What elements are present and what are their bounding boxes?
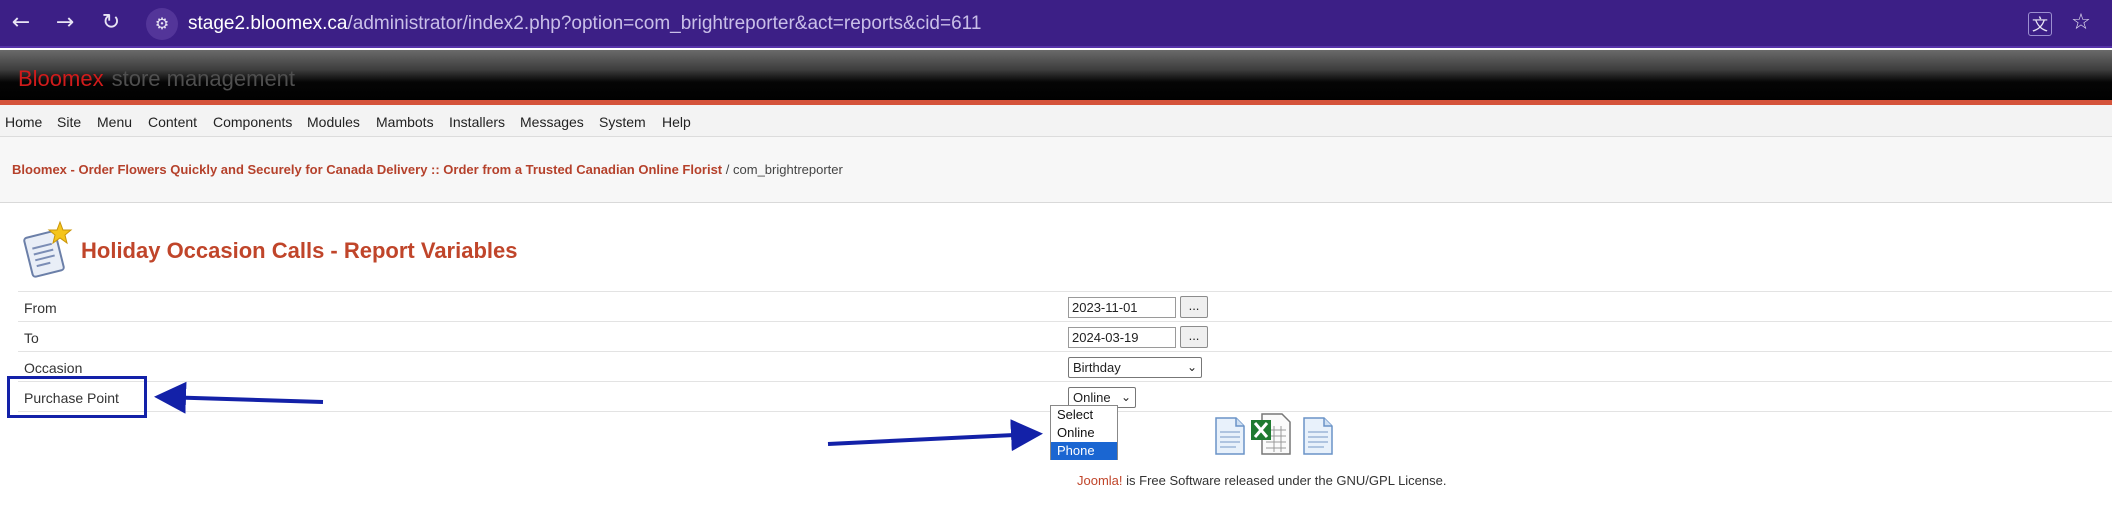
purchase-point-dropdown-list: Select Online Phone <box>1050 405 1118 460</box>
forward-arrow-icon[interactable]: → <box>52 10 78 36</box>
menu-item-site[interactable]: Site <box>57 114 81 130</box>
menu-item-home[interactable]: Home <box>5 114 42 130</box>
admin-menubar: Home Site Menu Content Components Module… <box>0 105 2112 137</box>
breadcrumb-separator: / <box>725 162 730 177</box>
admin-header: Bloomex store management <box>0 50 2112 102</box>
occasion-select[interactable]: Birthday ⌄ <box>1068 357 1202 378</box>
menu-item-mambots[interactable]: Mambots <box>376 114 434 130</box>
breadcrumb-current: com_brightreporter <box>733 162 843 177</box>
dropdown-option-phone[interactable]: Phone <box>1051 442 1117 460</box>
to-date-picker-button[interactable]: ... <box>1180 326 1208 348</box>
menu-item-help[interactable]: Help <box>662 114 691 130</box>
site-info-icon[interactable]: ⚙ <box>146 8 178 40</box>
reload-icon[interactable]: ↻ <box>98 10 124 36</box>
translate-icon[interactable]: 文 <box>2028 12 2052 36</box>
breadcrumb: Bloomex - Order Flowers Quickly and Secu… <box>0 137 2112 203</box>
dropdown-option-select[interactable]: Select <box>1051 406 1117 424</box>
report-document-icon[interactable] <box>1300 412 1336 456</box>
chevron-down-icon: ⌄ <box>1120 390 1131 404</box>
joomla-link[interactable]: Joomla! <box>1077 473 1123 488</box>
from-label: From <box>24 300 57 316</box>
annotation-highlight-box <box>7 376 147 418</box>
occasion-selected-value: Birthday <box>1073 360 1121 375</box>
excel-export-icon[interactable] <box>1250 412 1292 456</box>
menu-item-modules[interactable]: Modules <box>307 114 360 130</box>
menu-item-installers[interactable]: Installers <box>449 114 505 130</box>
back-arrow-icon[interactable]: ← <box>8 10 34 36</box>
browser-toolbar: ← → ↻ ⚙ stage2.bloomex.ca/administrator/… <box>0 0 2112 48</box>
address-bar[interactable]: stage2.bloomex.ca/administrator/index2.p… <box>188 13 981 35</box>
report-clipboard-icon <box>18 220 74 280</box>
footer-license: Joomla! is Free Software released under … <box>1077 473 1446 488</box>
report-document-icon[interactable] <box>1212 412 1248 456</box>
form-row-occasion: Occasion Birthday ⌄ <box>18 351 2112 381</box>
menu-item-messages[interactable]: Messages <box>520 114 584 130</box>
from-date-picker-button[interactable]: ... <box>1180 296 1208 318</box>
form-row-from: From 2023-11-01 ... <box>18 291 2112 321</box>
form-row-to: To 2024-03-19 ... <box>18 321 2112 351</box>
to-date-input[interactable]: 2024-03-19 <box>1068 327 1176 348</box>
page-title: Holiday Occasion Calls - Report Variable… <box>81 238 518 263</box>
footer-text: is Free Software released under the GNU/… <box>1122 473 1447 488</box>
menu-item-menu[interactable]: Menu <box>97 114 132 130</box>
breadcrumb-home-link[interactable]: Bloomex - Order Flowers Quickly and Secu… <box>12 162 722 177</box>
url-host: stage2.bloomex.ca <box>188 13 348 34</box>
menu-item-components[interactable]: Components <box>213 114 292 130</box>
brand-logo: Bloomex store management <box>18 66 296 91</box>
bookmark-star-icon[interactable]: ☆ <box>2068 10 2094 36</box>
url-path: /administrator/index2.php?option=com_bri… <box>347 13 982 34</box>
to-label: To <box>24 330 39 346</box>
annotation-arrow-right <box>827 419 1043 452</box>
menu-item-system[interactable]: System <box>599 114 646 130</box>
dropdown-option-online[interactable]: Online <box>1051 424 1117 442</box>
purchase-point-selected-value: Online <box>1073 390 1111 405</box>
chevron-down-icon: ⌄ <box>1186 360 1197 374</box>
occasion-label: Occasion <box>24 360 83 376</box>
from-date-input[interactable]: 2023-11-01 <box>1068 297 1176 318</box>
menu-item-content[interactable]: Content <box>148 114 197 130</box>
